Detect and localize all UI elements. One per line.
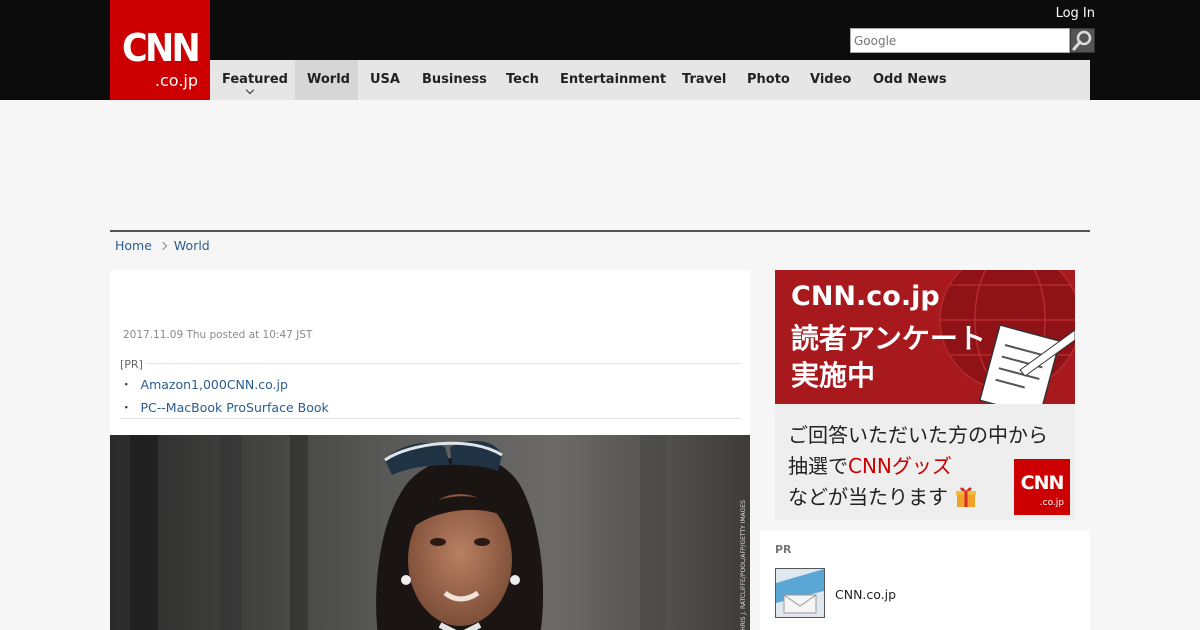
breadcrumb-current[interactable]: World [174,238,210,253]
article-panel: 2017.11.09 Thu posted at 10:47 JST [PR] … [110,270,750,630]
pr-item-label[interactable]: CNN.co.jp [835,587,896,602]
banner-title-line2: 読者アンケート [791,322,986,355]
pr-label: [PR] [120,358,143,371]
login-link[interactable]: Log In [1056,6,1095,21]
pr-thumbnail[interactable] [775,568,825,618]
nav-item-label: Featured [222,72,288,87]
pr-heading: PR [775,543,792,556]
bullet-icon: ・ [120,377,133,392]
article-photo: CHRIS J. RATCLIFFE/POOL/AFP/GETTY IMAGES [110,435,750,630]
chevron-down-icon [245,85,255,95]
nav-item-business[interactable]: Business [422,60,487,100]
nav-item-odd-news[interactable]: Odd News [873,60,947,100]
pr-link-item[interactable]: ・ Amazon1,000CNN.co.jp [120,374,329,397]
pr-box: PR CNN.co.jp [760,530,1090,630]
banner-body-line1: ご回答いただいた方の中から [788,423,1048,447]
breadcrumb: Home World [115,238,210,253]
nav-item-tech[interactable]: Tech [506,60,539,100]
top-bar: CNN .co.jp Log In Featured World USA Bus… [0,0,1200,100]
divider [146,363,740,364]
post-date: 2017.11.09 Thu posted at 10:47 JST [123,329,313,341]
nav-item-entertainment[interactable]: Entertainment [560,60,666,100]
banner-body-line2: 抽選でCNNグッズ [788,450,952,479]
nav-item-usa[interactable]: USA [370,60,400,100]
pr-link-item[interactable]: ・ PC--MacBook ProSurface Book [120,397,329,420]
gift-icon [956,487,977,507]
banner-title-line1: CNN.co.jp [791,281,940,312]
search-input[interactable] [850,28,1070,53]
nav-item-world[interactable]: World [295,60,358,100]
chevron-right-icon [158,241,168,251]
cnn-logo[interactable]: CNN .co.jp [110,0,210,100]
breadcrumb-home[interactable]: Home [115,238,152,253]
nav-item-video[interactable]: Video [810,60,851,100]
bullet-icon: ・ [120,400,133,415]
portrait-image [110,435,750,630]
logo-text: CNN [1020,472,1065,494]
logo-text: CNN [122,26,201,70]
banner-body-line3-text: などが当たります [788,485,948,509]
banner-body-line2-pre: 抽選で [788,454,848,478]
search-button[interactable] [1070,28,1095,53]
nav-item-travel[interactable]: Travel [682,60,726,100]
banner-title-line3: 実施中 [791,359,876,392]
breadcrumb-divider [110,230,1090,232]
nav-item-label: World [307,72,350,87]
banner-body-line3: などが当たります [788,481,978,510]
mail-icon [776,569,824,617]
magnifier-icon [1072,30,1092,51]
survey-banner[interactable]: CNN.co.jp 読者アンケート 実施中 ご回答いただいた方の中から 抽選でC… [775,270,1075,520]
main-nav: Featured World USA Business Tech Enterta… [210,60,1090,100]
logo-suffix: .co.jp [1039,498,1064,508]
pr-links: ・ Amazon1,000CNN.co.jp ・ PC--MacBook ProSu… [120,374,329,420]
banner-body-line2-red: CNNグッズ [848,454,952,478]
nav-item-photo[interactable]: Photo [747,60,790,100]
photo-credit: CHRIS J. RATCLIFFE/POOL/AFP/GETTY IMAGES [740,500,747,630]
pr-link-label: PC--MacBook ProSurface Book [140,400,329,415]
nav-item-featured[interactable]: Featured [210,60,295,100]
cnn-logo-small: CNN .co.jp [1014,459,1070,515]
logo-suffix: .co.jp [154,71,198,90]
banner-header: CNN.co.jp 読者アンケート 実施中 [775,270,1075,404]
divider [120,418,740,419]
pr-link-label: Amazon1,000CNN.co.jp [140,377,288,392]
